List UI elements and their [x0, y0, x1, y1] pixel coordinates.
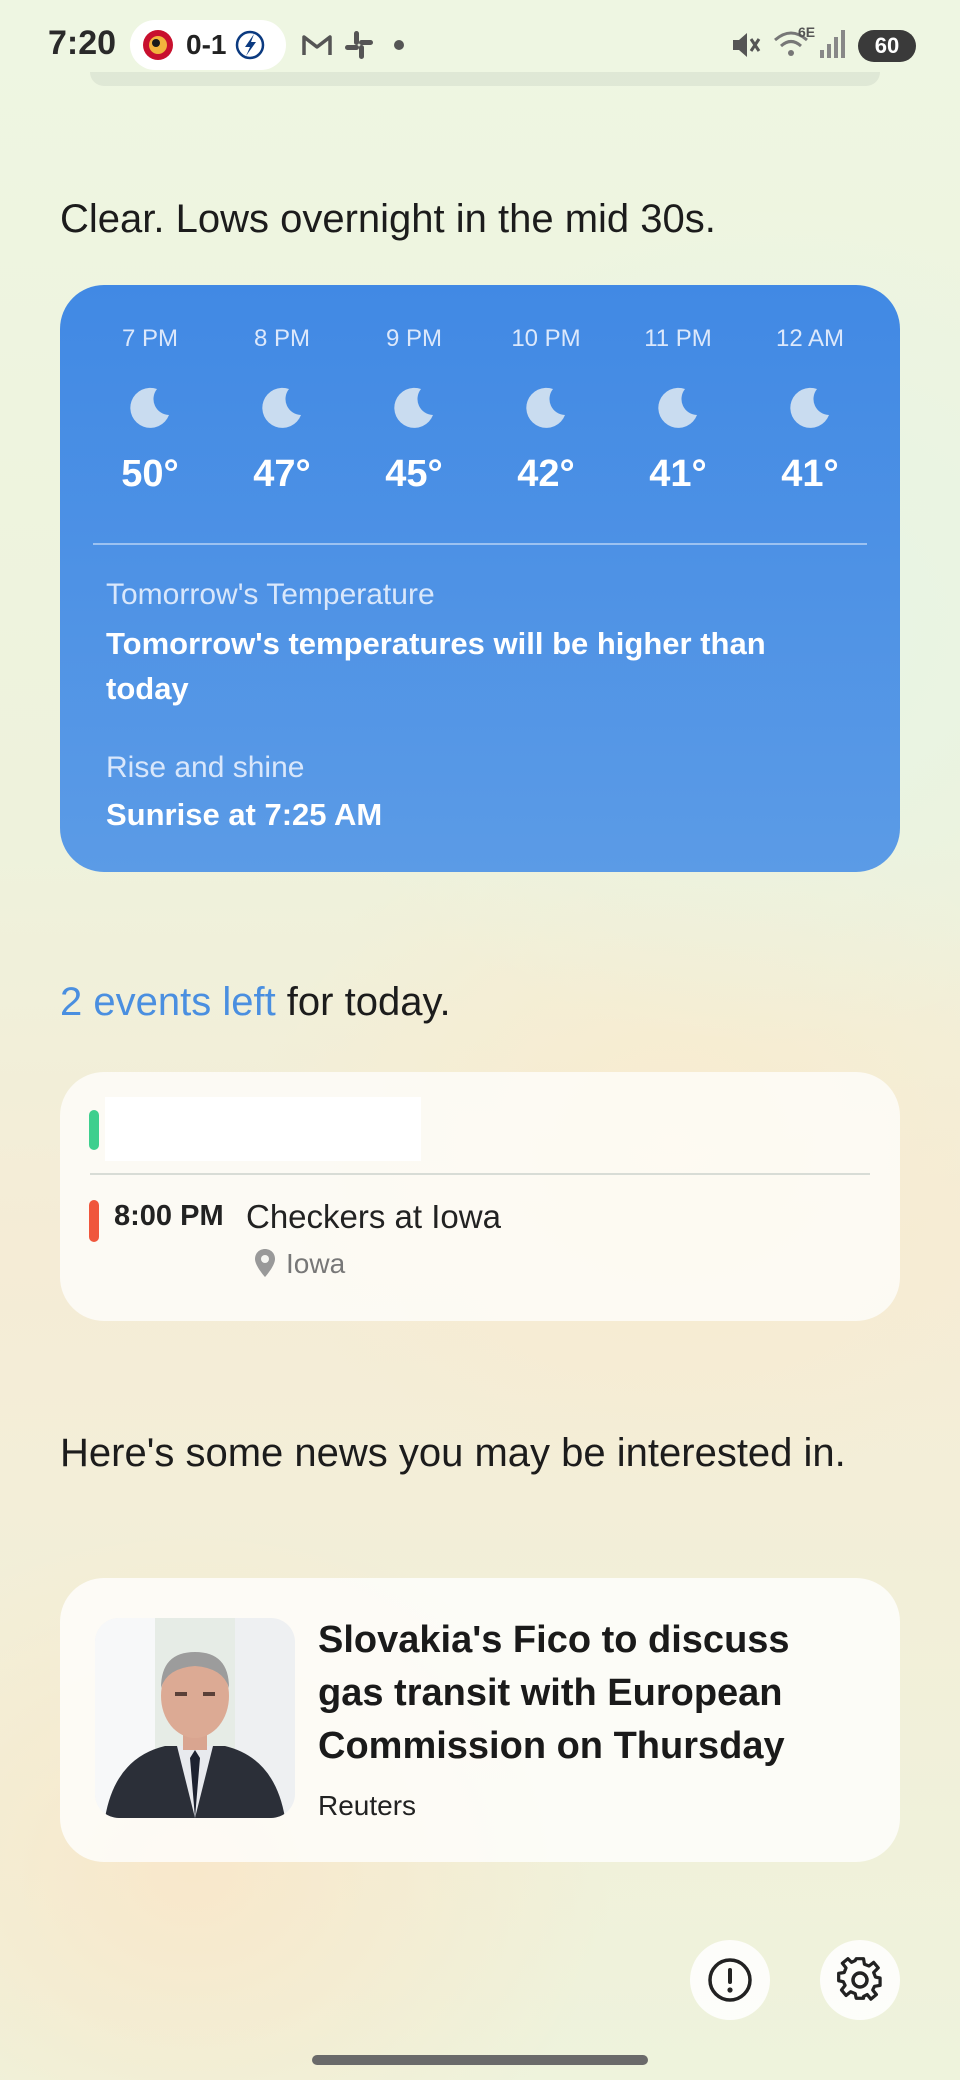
- moon-icon: [394, 387, 433, 428]
- hour-label: 11 PM: [644, 325, 712, 352]
- redacted-event-title[interactable]: [105, 1097, 421, 1161]
- home-indicator[interactable]: [312, 2055, 648, 2065]
- event-location: Iowa: [286, 1248, 346, 1279]
- events-heading: 2 events left for today.: [60, 973, 451, 1031]
- hour-temperature: 42°: [517, 453, 575, 495]
- event-divider: [90, 1173, 870, 1175]
- battery-indicator: 60: [858, 30, 916, 62]
- hour-temperature: 41°: [649, 453, 707, 495]
- events-card[interactable]: 8:00 PM Checkers at Iowa Iowa: [60, 1072, 900, 1321]
- hour-forecast-item: 7 PM 50°: [84, 325, 216, 496]
- settings-button[interactable]: [820, 1940, 900, 2020]
- event-title[interactable]: Checkers at Iowa: [246, 1198, 501, 1236]
- event-color-bar: [89, 1200, 99, 1242]
- moon-icon: [790, 387, 829, 428]
- news-source: Reuters: [318, 1790, 417, 1821]
- events-heading-suffix: for today.: [275, 980, 451, 1024]
- weather-summary: Clear. Lows overnight in the mid 30s.: [60, 197, 716, 241]
- sunrise-label: Rise and shine: [106, 751, 305, 784]
- moon-icon: [262, 387, 301, 428]
- tomorrow-temperature-value: Tomorrow's temperatures will be higher t…: [106, 626, 766, 706]
- moon-icon: [526, 387, 565, 428]
- gear-icon: [837, 1957, 882, 2001]
- hour-label: 8 PM: [253, 325, 310, 352]
- news-intro: Here's some news you may be interested i…: [60, 1431, 846, 1475]
- events-count-link[interactable]: 2 events left: [60, 980, 276, 1024]
- hour-label: 10 PM: [511, 325, 581, 352]
- live-score-pill[interactable]: 0-1: [130, 20, 286, 70]
- hour-forecast-item: 11 PM 41°: [612, 325, 744, 496]
- hourly-forecast: 7 PM 50° 8 PM 47° 9 PM 45° 10 PM 42° 11 …: [60, 325, 900, 496]
- news-card[interactable]: Slovakia's Fico to discuss gas transit w…: [60, 1578, 900, 1862]
- sunrise-value: Sunrise at 7:25 AM: [106, 797, 383, 832]
- news-thumbnail: [95, 1618, 295, 1818]
- hour-label: 12 AM: [775, 325, 845, 352]
- hour-forecast-item: 10 PM 42°: [480, 325, 612, 496]
- hour-forecast-item: 8 PM 47°: [216, 325, 348, 496]
- wifi-6e-label: 6E: [798, 24, 816, 40]
- event-color-bar: [89, 1110, 99, 1150]
- hour-label: 7 PM: [121, 325, 178, 352]
- location-pin-icon: [255, 1249, 275, 1277]
- slack-icon: [345, 31, 373, 59]
- collapsed-card-edge: [90, 72, 880, 86]
- event-time: 8:00 PM: [114, 1200, 224, 1232]
- hour-forecast-item: 9 PM 45°: [348, 325, 480, 496]
- score-text: 0-1: [186, 29, 227, 60]
- weather-card[interactable]: 7 PM 50° 8 PM 47° 9 PM 45° 10 PM 42° 11 …: [60, 285, 900, 872]
- alert-circle-icon: [708, 1958, 752, 2002]
- tomorrow-temperature-label: Tomorrow's Temperature: [106, 578, 435, 611]
- mute-icon: [733, 33, 761, 57]
- hour-temperature: 50°: [121, 453, 179, 495]
- lightning-logo-icon: [236, 30, 265, 60]
- news-portrait-image: [95, 1618, 295, 1818]
- hour-label: 9 PM: [385, 325, 442, 352]
- signal-icon: [820, 30, 845, 58]
- notification-dot-icon: [394, 40, 404, 50]
- weather-divider: [93, 543, 867, 545]
- news-headline[interactable]: Slovakia's Fico to discuss gas transit w…: [318, 1614, 858, 1773]
- hour-temperature: 47°: [253, 453, 311, 495]
- hour-temperature: 45°: [385, 453, 443, 495]
- feedback-button[interactable]: [690, 1940, 770, 2020]
- blackhawks-logo-icon: [143, 30, 173, 60]
- moon-icon: [658, 387, 697, 428]
- hour-forecast-item: 12 AM 41°: [744, 325, 876, 496]
- moon-icon: [130, 387, 169, 428]
- gmail-icon: [302, 35, 332, 55]
- hour-temperature: 41°: [781, 453, 839, 495]
- status-clock: 7:20: [48, 24, 117, 62]
